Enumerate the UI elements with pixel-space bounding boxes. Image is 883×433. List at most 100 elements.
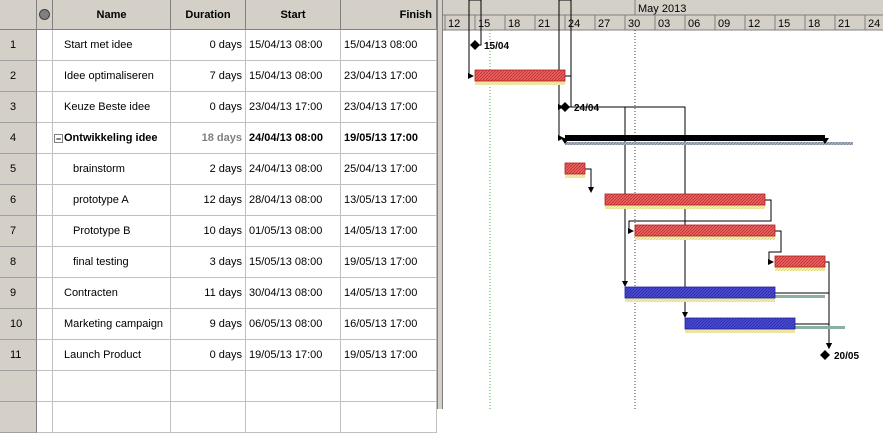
milestone-marker bbox=[470, 40, 480, 50]
row-header[interactable] bbox=[0, 402, 37, 433]
duration-cell[interactable] bbox=[171, 371, 246, 402]
link-line bbox=[825, 261, 832, 349]
indicator-cell[interactable] bbox=[37, 278, 53, 309]
task-name-cell[interactable]: final testing bbox=[53, 247, 171, 278]
milestone-marker bbox=[560, 102, 570, 112]
duration-cell[interactable]: 0 days bbox=[171, 340, 246, 371]
column-header-finish[interactable]: Finish bbox=[341, 0, 437, 30]
finish-cell[interactable]: 25/04/13 17:00 bbox=[341, 154, 437, 185]
task-name-cell[interactable]: Idee optimaliseren bbox=[53, 61, 171, 92]
finish-cell[interactable]: 13/05/13 17:00 bbox=[341, 185, 437, 216]
start-cell[interactable]: 15/05/13 08:00 bbox=[246, 247, 341, 278]
tick-label: 27 bbox=[598, 18, 610, 30]
start-cell[interactable]: 28/04/13 08:00 bbox=[246, 185, 341, 216]
row-header[interactable]: 6 bbox=[0, 185, 37, 216]
task-name-cell[interactable]: prototype A bbox=[53, 185, 171, 216]
row-header[interactable]: 8 bbox=[0, 247, 37, 278]
task-name-cell[interactable] bbox=[53, 371, 171, 402]
row-header[interactable]: 3 bbox=[0, 92, 37, 123]
start-cell[interactable]: 19/05/13 17:00 bbox=[246, 340, 341, 371]
indicator-cell[interactable] bbox=[37, 309, 53, 340]
duration-cell[interactable]: 3 days bbox=[171, 247, 246, 278]
row-header[interactable] bbox=[0, 371, 37, 402]
start-cell[interactable]: 15/04/13 08:00 bbox=[246, 61, 341, 92]
row-header[interactable]: 2 bbox=[0, 61, 37, 92]
start-cell[interactable]: 24/04/13 08:00 bbox=[246, 123, 341, 154]
indicator-cell[interactable] bbox=[37, 92, 53, 123]
finish-cell[interactable]: 19/05/13 17:00 bbox=[341, 123, 437, 154]
task-name-cell[interactable]: Keuze Beste idee bbox=[53, 92, 171, 123]
duration-cell[interactable]: 12 days bbox=[171, 185, 246, 216]
baseline-bar bbox=[635, 236, 775, 240]
select-all-corner[interactable] bbox=[0, 0, 37, 30]
start-cell[interactable] bbox=[246, 371, 341, 402]
indicators-header[interactable] bbox=[37, 0, 53, 30]
task-name-cell[interactable]: Start met idee bbox=[53, 30, 171, 61]
finish-cell[interactable]: 16/05/13 17:00 bbox=[341, 309, 437, 340]
start-cell[interactable]: 01/05/13 08:00 bbox=[246, 216, 341, 247]
start-cell[interactable]: 23/04/13 17:00 bbox=[246, 92, 341, 123]
task-name-cell[interactable]: − Ontwikkeling idee bbox=[53, 123, 171, 154]
task-name-cell[interactable]: Prototype B bbox=[53, 216, 171, 247]
start-cell[interactable] bbox=[246, 402, 341, 433]
row-header[interactable]: 9 bbox=[0, 278, 37, 309]
start-cell[interactable]: 15/04/13 08:00 bbox=[246, 30, 341, 61]
finish-cell[interactable]: 19/05/13 17:00 bbox=[341, 247, 437, 278]
indicator-cell[interactable] bbox=[37, 123, 53, 154]
summary-bar bbox=[565, 135, 825, 141]
row-header[interactable]: 10 bbox=[0, 309, 37, 340]
column-header-duration[interactable]: Duration bbox=[171, 0, 246, 30]
duration-cell[interactable]: 11 days bbox=[171, 278, 246, 309]
task-name-cell[interactable] bbox=[53, 402, 171, 433]
task-bars: 15/04 24/04 20/05 bbox=[470, 40, 859, 362]
finish-cell[interactable]: 23/04/13 17:00 bbox=[341, 92, 437, 123]
row-header[interactable]: 5 bbox=[0, 154, 37, 185]
start-cell[interactable]: 24/04/13 08:00 bbox=[246, 154, 341, 185]
indicator-cell[interactable] bbox=[37, 247, 53, 278]
collapse-icon[interactable]: − bbox=[54, 133, 63, 143]
column-header-name[interactable]: Name bbox=[53, 0, 171, 30]
duration-cell[interactable]: 2 days bbox=[171, 154, 246, 185]
indicator-cell[interactable] bbox=[37, 216, 53, 247]
column-header-start[interactable]: Start bbox=[246, 0, 341, 30]
indicator-cell[interactable] bbox=[37, 61, 53, 92]
row-header[interactable]: 4 bbox=[0, 123, 37, 154]
duration-cell[interactable] bbox=[171, 402, 246, 433]
tick-label: 24 bbox=[568, 18, 580, 30]
task-sheet: Name Duration Start Finish 1 Start met id… bbox=[0, 0, 437, 433]
duration-cell[interactable]: 0 days bbox=[171, 30, 246, 61]
gantt-chart[interactable]: May 2013 12 15 18 21 24 27 30 03 06 09 12 15 18 21 24 1… bbox=[443, 0, 883, 409]
duration-cell[interactable]: 10 days bbox=[171, 216, 246, 247]
finish-cell[interactable]: 14/05/13 17:00 bbox=[341, 278, 437, 309]
task-name-cell[interactable]: Launch Product bbox=[53, 340, 171, 371]
indicator-cell[interactable] bbox=[37, 185, 53, 216]
indicator-cell[interactable] bbox=[37, 30, 53, 61]
duration-cell[interactable]: 0 days bbox=[171, 92, 246, 123]
indicator-cell[interactable] bbox=[37, 371, 53, 402]
indicator-cell[interactable] bbox=[37, 402, 53, 433]
finish-cell[interactable] bbox=[341, 402, 437, 433]
finish-cell[interactable] bbox=[341, 371, 437, 402]
task-name-cell[interactable]: Contracten bbox=[53, 278, 171, 309]
start-cell[interactable]: 30/04/13 08:00 bbox=[246, 278, 341, 309]
indicator-cell[interactable] bbox=[37, 154, 53, 185]
milestone-label: 24/04 bbox=[574, 103, 599, 114]
finish-cell[interactable]: 23/04/13 17:00 bbox=[341, 61, 437, 92]
task-name-cell[interactable]: Marketing campaign bbox=[53, 309, 171, 340]
duration-cell[interactable]: 7 days bbox=[171, 61, 246, 92]
finish-cell[interactable]: 15/04/13 08:00 bbox=[341, 30, 437, 61]
tick-label: 03 bbox=[658, 18, 670, 30]
baseline-bar bbox=[605, 205, 765, 209]
row-header[interactable]: 11 bbox=[0, 340, 37, 371]
indicator-cell[interactable] bbox=[37, 340, 53, 371]
row-header[interactable]: 7 bbox=[0, 216, 37, 247]
timescale: May 2013 12 15 18 21 24 27 30 03 06 09 12 15 18 21 24 bbox=[443, 0, 883, 31]
task-bar bbox=[604, 193, 766, 206]
duration-cell[interactable]: 18 days bbox=[171, 123, 246, 154]
row-header[interactable]: 1 bbox=[0, 30, 37, 61]
start-cell[interactable]: 06/05/13 08:00 bbox=[246, 309, 341, 340]
task-name-cell[interactable]: brainstorm bbox=[53, 154, 171, 185]
finish-cell[interactable]: 14/05/13 17:00 bbox=[341, 216, 437, 247]
duration-cell[interactable]: 9 days bbox=[171, 309, 246, 340]
finish-cell[interactable]: 19/05/13 17:00 bbox=[341, 340, 437, 371]
